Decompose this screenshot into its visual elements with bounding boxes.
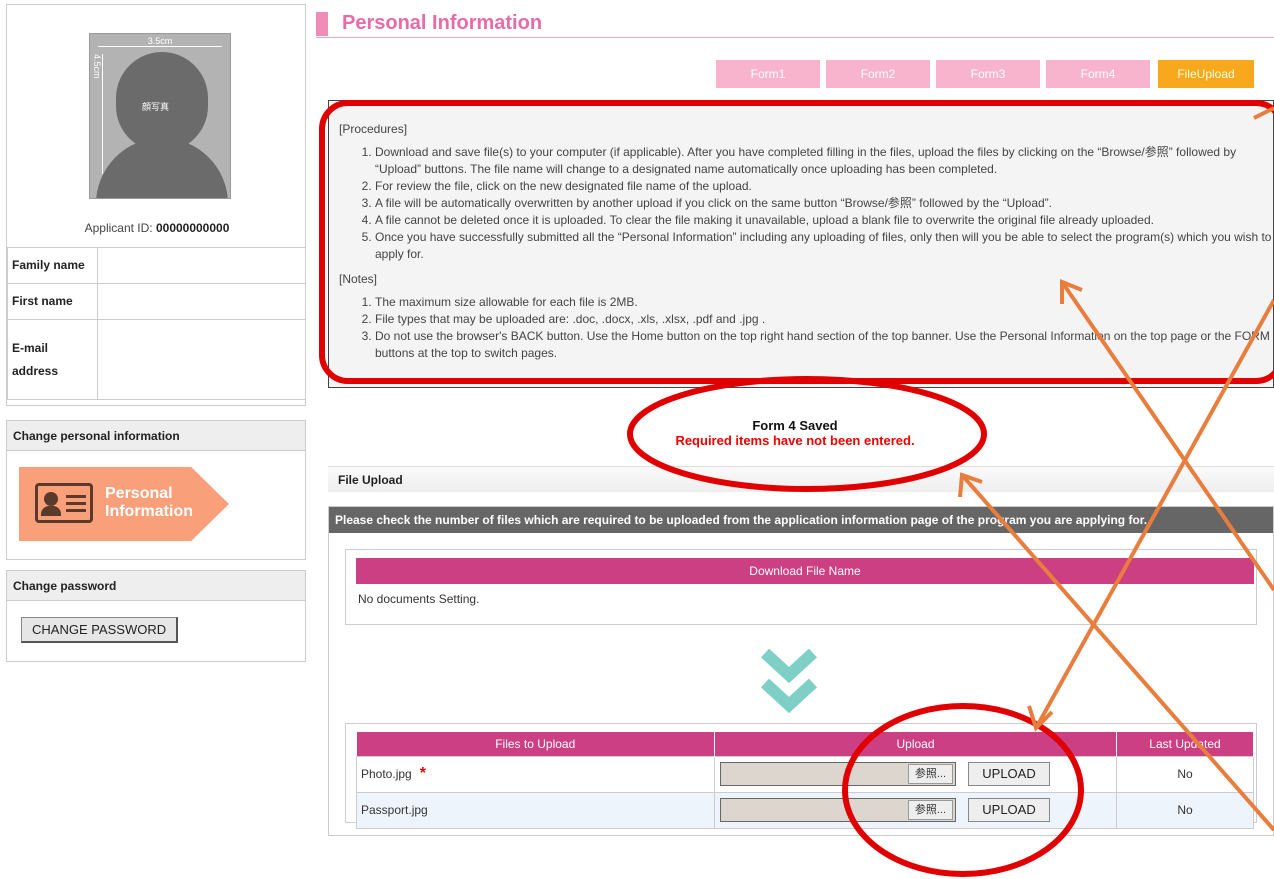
upload-button[interactable]: UPLOAD — [968, 798, 1050, 822]
download-header: Download File Name — [356, 558, 1254, 584]
family-name-value — [97, 247, 306, 284]
notes-list: The maximum size allowable for each file… — [339, 294, 1273, 362]
change-info-heading: Change personal information — [7, 421, 305, 451]
browse-button[interactable]: 参照... — [907, 764, 953, 784]
note-item: Do not use the browser's BACK button. Us… — [375, 328, 1273, 362]
title-bar: Personal Information — [316, 8, 1274, 38]
personal-info-line2: Information — [105, 503, 193, 520]
col-files-to-upload: Files to Upload — [356, 732, 715, 756]
last-updated-cell: No — [1116, 791, 1254, 829]
file-input[interactable]: 参照... — [720, 798, 956, 822]
applicant-id: Applicant ID: 00000000000 — [7, 221, 307, 235]
procedure-item: A file will be automatically overwritten… — [375, 195, 1273, 212]
personal-info-line1: Personal — [105, 485, 173, 502]
change-info-section: Change personal information Personal Inf… — [6, 420, 306, 560]
upload-box: Files to Upload Upload Last Updated Phot… — [345, 723, 1257, 829]
procedure-item: Download and save file(s) to your comput… — [375, 144, 1273, 178]
silhouette-body — [96, 138, 228, 198]
upload-table: Files to Upload Upload Last Updated Phot… — [356, 732, 1254, 829]
download-table: Download File Name No documents Setting. — [356, 558, 1254, 614]
file-input[interactable]: 参照... — [720, 762, 956, 786]
applicant-info-table: Family name First name E-mail address — [7, 247, 306, 400]
first-name-value — [97, 283, 306, 320]
save-status: Form 4 Saved Required items have not bee… — [316, 418, 1274, 448]
procedure-item: Once you have successfully submitted all… — [375, 229, 1273, 263]
chevron-down-icon — [760, 648, 818, 714]
tab-form1[interactable]: Form1 — [716, 60, 820, 88]
tab-form3[interactable]: Form3 — [936, 60, 1040, 88]
procedure-item: For review the file, click on the new de… — [375, 178, 1273, 195]
error-message: Required items have not been entered. — [675, 433, 915, 448]
change-password-section: Change password CHANGE PASSWORD — [6, 570, 306, 662]
procedures-list: Download and save file(s) to your comput… — [339, 144, 1273, 263]
tab-form2[interactable]: Form2 — [826, 60, 930, 88]
email-label-text: E-mail address — [12, 340, 59, 378]
applicant-id-value: 00000000000 — [155, 221, 230, 235]
col-upload: Upload — [714, 732, 1117, 756]
email-value — [97, 319, 306, 400]
file-name: Passport.jpg — [361, 803, 428, 817]
last-updated-cell: No — [1116, 755, 1254, 793]
id-card-icon — [35, 483, 93, 523]
change-password-button[interactable]: CHANGE PASSWORD — [21, 617, 179, 643]
required-mark: * — [419, 765, 426, 782]
note-item: File types that may be uploaded are: .do… — [375, 311, 1273, 328]
profile-box: 3.5cm 4.5cm 顔写真 Applicant ID: 0000000000… — [6, 4, 306, 406]
upload-cell: 参照... UPLOAD — [714, 755, 1117, 793]
tab-fileupload[interactable]: FileUpload — [1158, 60, 1254, 88]
file-upload-panel: Please check the number of files which a… — [328, 506, 1274, 836]
photo-label: 顔写真 — [142, 102, 170, 112]
procedure-item: A file cannot be deleted once it is uplo… — [375, 212, 1273, 229]
title-marker — [316, 12, 328, 36]
procedures-heading: [Procedures] — [339, 122, 408, 136]
download-box: Download File Name No documents Setting. — [345, 549, 1257, 625]
family-name-label: Family name — [7, 247, 98, 284]
table-row: Passport.jpg 参照... UPLOAD No — [356, 791, 1254, 829]
upload-button[interactable]: UPLOAD — [968, 762, 1050, 786]
personal-info-label: Personal Information — [105, 485, 193, 521]
applicant-id-label: Applicant ID: — [84, 221, 156, 235]
personal-info-button[interactable]: Personal Information — [19, 467, 229, 541]
file-name-cell: Photo.jpg * — [356, 755, 715, 793]
table-row: Photo.jpg * 参照... UPLOAD No — [356, 755, 1254, 793]
photo-placeholder: 3.5cm 4.5cm 顔写真 — [89, 33, 231, 199]
col-last-updated: Last Updated — [1116, 732, 1254, 756]
browse-button[interactable]: 参照... — [907, 800, 953, 820]
page-title: Personal Information — [342, 12, 543, 34]
change-password-area: CHANGE PASSWORD — [7, 601, 305, 661]
file-name: Photo.jpg — [361, 767, 412, 781]
procedures-box: [Procedures] Download and save file(s) t… — [328, 100, 1274, 388]
sidebar: 3.5cm 4.5cm 顔写真 Applicant ID: 0000000000… — [6, 4, 306, 662]
photo-width-label: 3.5cm — [98, 36, 222, 47]
note-item: The maximum size allowable for each file… — [375, 294, 1273, 311]
notes-heading: [Notes] — [339, 272, 378, 286]
saved-message: Form 4 Saved — [752, 418, 838, 433]
first-name-label: First name — [7, 283, 98, 320]
email-label: E-mail address — [7, 319, 98, 400]
upload-cell: 参照... UPLOAD — [714, 791, 1117, 829]
tab-form4[interactable]: Form4 — [1046, 60, 1150, 88]
change-password-heading: Change password — [7, 571, 305, 601]
download-empty-text: No documents Setting. — [358, 592, 480, 606]
file-name-cell: Passport.jpg — [356, 791, 715, 829]
file-upload-heading: File Upload — [328, 466, 1274, 492]
photo-height-label: 4.5cm — [92, 54, 103, 174]
instruction-bar: Please check the number of files which a… — [329, 507, 1273, 533]
personal-info-area: Personal Information — [7, 451, 305, 559]
